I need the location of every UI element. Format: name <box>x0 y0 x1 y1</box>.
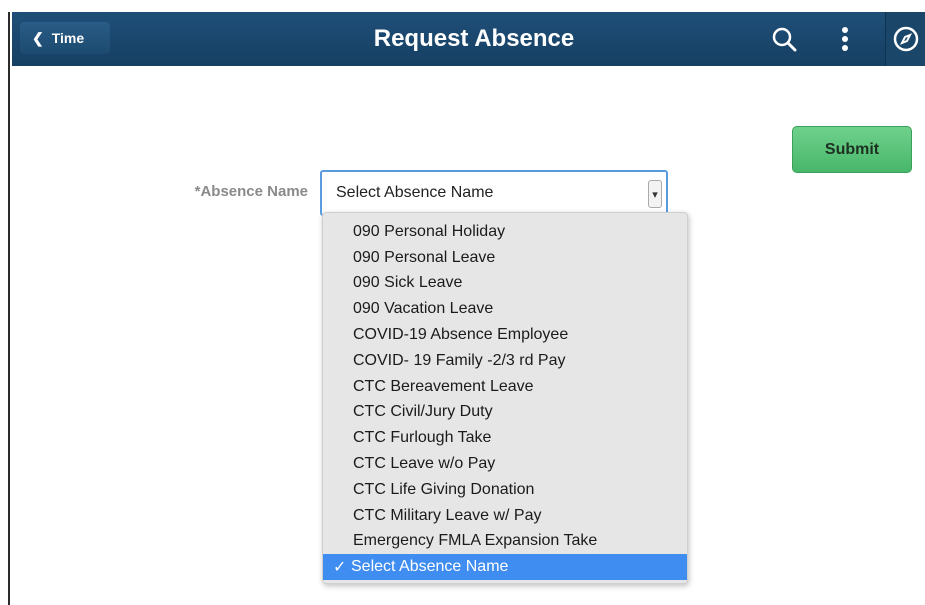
option-ctc-leave-wo-pay[interactable]: CTC Leave w/o Pay <box>323 451 687 477</box>
window-left-border <box>0 12 10 605</box>
absence-name-select-value: Select Absence Name <box>336 184 494 201</box>
navigator-icon[interactable] <box>885 12 925 66</box>
checkmark-icon: ✓ <box>333 559 347 577</box>
option-ctc-bereavement-leave[interactable]: CTC Bereavement Leave <box>323 374 687 400</box>
search-icon[interactable] <box>764 12 804 66</box>
absence-name-options-list: 090 Personal Holiday 090 Personal Leave … <box>322 212 688 584</box>
option-090-sick-leave[interactable]: 090 Sick Leave <box>323 271 687 297</box>
option-emergency-fmla[interactable]: Emergency FMLA Expansion Take <box>323 529 687 555</box>
window-top-border <box>0 0 925 12</box>
back-button-label: Time <box>51 30 85 46</box>
submit-button[interactable]: Submit <box>792 126 912 173</box>
option-ctc-civil-jury-duty[interactable]: CTC Civil/Jury Duty <box>323 400 687 426</box>
page-title: Request Absence <box>373 25 575 52</box>
option-covid19-absence-employee[interactable]: COVID-19 Absence Employee <box>323 322 687 348</box>
option-covid19-family[interactable]: COVID- 19 Family -2/3 rd Pay <box>323 348 687 374</box>
option-ctc-furlough-take[interactable]: CTC Furlough Take <box>323 425 687 451</box>
absence-name-label: *Absence Name <box>194 183 308 200</box>
option-090-personal-leave[interactable]: 090 Personal Leave <box>323 245 687 271</box>
chevron-left-icon: ❮ <box>32 29 44 46</box>
option-ctc-military-leave[interactable]: CTC Military Leave w/ Pay <box>323 503 687 529</box>
dropdown-arrow-icon[interactable]: ▾ <box>648 180 662 208</box>
more-vertical-icon[interactable] <box>825 12 865 66</box>
back-button[interactable]: ❮ Time <box>20 22 110 54</box>
option-ctc-life-giving-donation[interactable]: CTC Life Giving Donation <box>323 477 687 503</box>
header-bar: ❮ Time Request Absence <box>12 12 925 66</box>
option-090-personal-holiday[interactable]: 090 Personal Holiday <box>323 219 687 245</box>
option-select-absence-name[interactable]: ✓ Select Absence Name <box>323 554 687 581</box>
option-090-vacation-leave[interactable]: 090 Vacation Leave <box>323 296 687 322</box>
absence-name-select[interactable]: Select Absence Name ▾ <box>320 170 668 216</box>
